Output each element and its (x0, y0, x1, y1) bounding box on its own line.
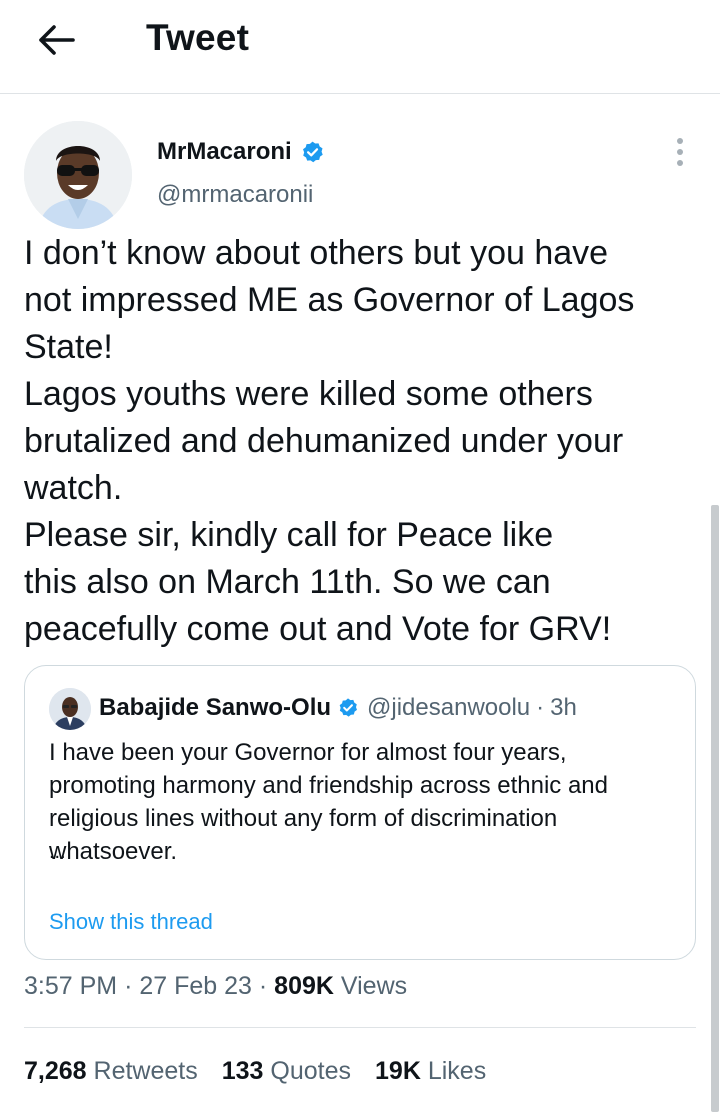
tweet-text-line: brutalized and dehumanized under your (24, 422, 624, 460)
tweet-text-line: watch. (24, 469, 123, 507)
scrollbar[interactable] (711, 505, 719, 1112)
show-thread-link[interactable]: Show this thread (49, 909, 213, 935)
quoted-time: 3h (550, 694, 577, 721)
more-options-icon[interactable] (668, 134, 692, 170)
tweet-meta: 3:57 PM · 27 Feb 23 · 809K Views (24, 972, 407, 1001)
back-button[interactable] (32, 18, 80, 62)
tweet-text-line: Please sir, kindly call for Peace like (24, 516, 554, 554)
likes-label: Likes (427, 1057, 487, 1085)
separator-dot: · (536, 694, 545, 721)
quoted-text-line: whatsoever. (49, 838, 178, 865)
divider (24, 1027, 696, 1028)
avatar[interactable] (24, 121, 132, 229)
tweet-date[interactable]: 27 Feb 23 (139, 972, 252, 1000)
quoted-author-name: Babajide Sanwo-Olu (99, 694, 332, 721)
engagement-stats: 7,268 Retweets 133 Quotes 19K Likes (24, 1057, 510, 1086)
tweet-text-line: peacefully come out and Vote for GRV! (24, 610, 612, 648)
quoted-avatar (49, 688, 91, 730)
quoted-header: Babajide Sanwo-Olu @jidesanwoolu · 3h (99, 694, 577, 722)
retweets-stat[interactable]: 7,268 Retweets (24, 1057, 198, 1086)
views-label: Views (340, 972, 408, 1000)
tweet-text-line: I don’t know about others but you have (24, 234, 609, 272)
tweet-text-line: not impressed ME as Governor of Lagos (24, 281, 635, 319)
verified-badge-icon (302, 141, 323, 162)
quoted-text-line: promoting harmony and friendship across … (49, 772, 608, 799)
quoted-text-line: I have been your Governor for almost fou… (49, 739, 567, 766)
author-handle[interactable]: @mrmacaronii (157, 181, 313, 209)
tweet-text-line: State! (24, 328, 113, 366)
likes-count: 19K (375, 1057, 421, 1085)
quotes-stat[interactable]: 133 Quotes (222, 1057, 351, 1086)
retweets-label: Retweets (93, 1057, 198, 1085)
separator-dot: · (124, 972, 133, 1000)
top-bar: Tweet (0, 0, 720, 94)
verified-badge-icon (339, 698, 358, 717)
tweet-text-line: Lagos youths were killed some others (24, 375, 593, 413)
author-name-text: MrMacaroni (157, 138, 292, 165)
quoted-tweet-card[interactable]: Babajide Sanwo-Olu @jidesanwoolu · 3h I … (24, 665, 696, 960)
page-title: Tweet (146, 17, 250, 58)
quoted-author-handle: @jidesanwoolu (367, 694, 531, 721)
author-name[interactable]: MrMacaroni (157, 138, 325, 166)
tweet-text-line: this also on March 11th. So we can (24, 563, 551, 601)
quotes-count: 133 (221, 1057, 264, 1085)
separator-dot: · (258, 972, 268, 1000)
retweets-count: 7,268 (24, 1057, 87, 1085)
views-count: 809K (274, 972, 334, 1000)
quotes-label: Quotes (270, 1057, 352, 1085)
quoted-text: I have been your Governor for almost fou… (49, 736, 608, 868)
likes-stat[interactable]: 19K Likes (375, 1057, 486, 1086)
tweet-time[interactable]: 3:57 PM (24, 972, 117, 1000)
quoted-ellipsis: ... (49, 841, 66, 863)
quoted-text-line: religious lines without any form of disc… (49, 805, 558, 832)
tweet-text: I don’t know about others but you have n… (24, 230, 704, 653)
arrow-left-icon (39, 25, 75, 55)
